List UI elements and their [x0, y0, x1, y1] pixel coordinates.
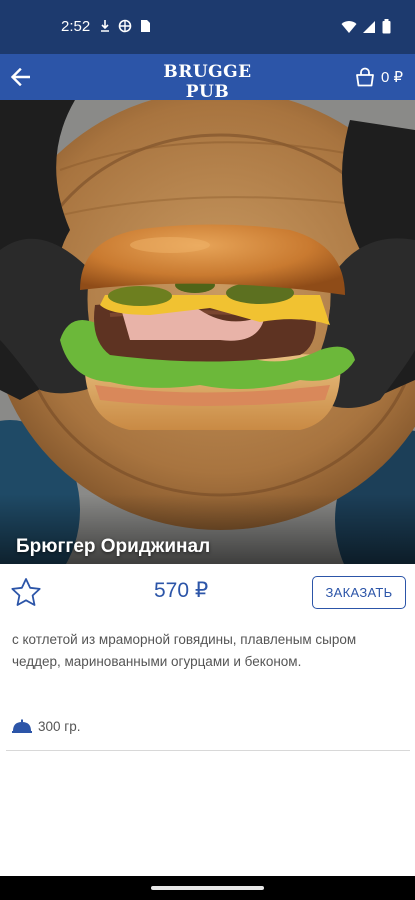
status-time: 2:52	[61, 18, 91, 35]
product-description: с котлетой из мраморной говядины, плавле…	[12, 632, 357, 669]
arrow-left-icon	[10, 68, 30, 86]
product-title: Брюггер Ориджинал	[16, 536, 211, 557]
divider	[6, 750, 410, 751]
star-outline-icon	[11, 577, 41, 606]
battery-icon	[382, 19, 391, 34]
home-indicator[interactable]	[151, 886, 264, 890]
system-icons	[341, 19, 391, 34]
price-row: 570 ₽ ЗАКАЗАТЬ	[0, 564, 415, 622]
app-bar: BRUGGE PUB BELGIAN BEER AND GRILL 0 ₽	[0, 54, 415, 110]
signal-icon	[363, 20, 375, 33]
wifi-icon	[341, 20, 357, 33]
status-bar: 2:52	[0, 0, 415, 54]
download-icon	[101, 20, 109, 32]
weight-row: 300 гр.	[12, 714, 80, 738]
order-button[interactable]: ЗАКАЗАТЬ	[312, 576, 406, 609]
logo-title: BRUGGE PUB	[163, 62, 252, 102]
product-photo: Брюггер Ориджинал	[0, 100, 415, 564]
system-nav-bar	[0, 876, 415, 900]
vpn-globe-icon	[118, 19, 132, 33]
shopping-bag-icon	[356, 67, 374, 87]
back-button[interactable]	[6, 63, 34, 91]
cart-button[interactable]: 0 ₽	[355, 64, 403, 90]
dish-cover-icon	[12, 719, 32, 733]
cart-total: 0 ₽	[380, 69, 403, 86]
product-price: 570 ₽	[154, 579, 209, 602]
notification-icons	[100, 19, 151, 33]
sim-card-icon	[141, 20, 150, 32]
brand-logo: BRUGGE PUB BELGIAN BEER AND GRILL	[150, 62, 265, 110]
product-weight: 300 гр.	[38, 718, 81, 734]
favorite-button[interactable]	[8, 574, 44, 610]
